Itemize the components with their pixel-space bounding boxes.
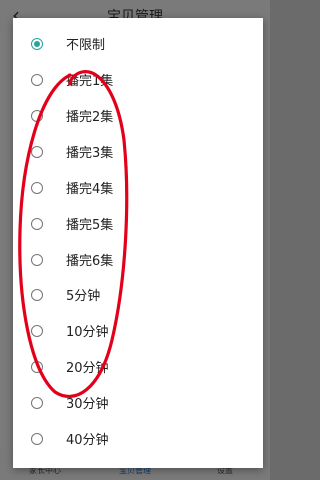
radio-button[interactable] [31, 254, 43, 266]
radio-button[interactable] [31, 182, 43, 194]
option-label: 播完4集 [66, 182, 114, 197]
option-label: 5分钟 [66, 289, 101, 304]
option-item[interactable]: 20分钟 [13, 349, 263, 385]
option-item[interactable]: 播完1集 [13, 62, 263, 98]
radio-button-checked[interactable] [31, 38, 43, 50]
option-item[interactable]: 播完5集 [13, 206, 263, 242]
options-dialog: 不限制 播完1集 播完2集 播完3集 播完4集 播完5集 播完6集 5分钟 10… [13, 18, 263, 468]
option-label: 20分钟 [66, 361, 109, 376]
option-label: 10分钟 [66, 325, 109, 340]
option-item[interactable]: 40分钟 [13, 421, 263, 457]
option-label: 播完6集 [66, 254, 114, 269]
option-label: 播完1集 [66, 74, 114, 89]
radio-button[interactable] [31, 74, 43, 86]
option-item[interactable]: 30分钟 [13, 385, 263, 421]
radio-button[interactable] [31, 110, 43, 122]
screen: ‹ 宝贝管理 家长中心 宝贝管理 设置 不限制 播完1集 播完2集 播完3集 播… [0, 0, 270, 480]
radio-button[interactable] [31, 397, 43, 409]
option-label: 播完3集 [66, 146, 114, 161]
radio-button[interactable] [31, 146, 43, 158]
radio-button[interactable] [31, 361, 43, 373]
option-label: 40分钟 [66, 433, 109, 448]
option-label: 30分钟 [66, 397, 109, 412]
option-item[interactable]: 5分钟 [13, 277, 263, 313]
radio-button[interactable] [31, 325, 43, 337]
option-item[interactable]: 不限制 [13, 26, 263, 62]
option-label: 播完5集 [66, 218, 114, 233]
radio-button[interactable] [31, 218, 43, 230]
option-item[interactable]: 播完2集 [13, 98, 263, 134]
option-item[interactable]: 10分钟 [13, 313, 263, 349]
option-label: 播完2集 [66, 110, 114, 125]
option-item[interactable]: 播完4集 [13, 170, 263, 206]
radio-button[interactable] [31, 289, 43, 301]
option-item[interactable]: 播完3集 [13, 134, 263, 170]
option-item[interactable]: 播完6集 [13, 242, 263, 278]
option-label: 不限制 [66, 38, 106, 53]
radio-button[interactable] [31, 433, 43, 445]
